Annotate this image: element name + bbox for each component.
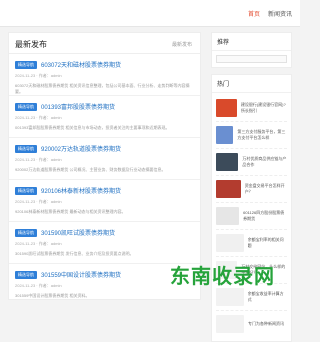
nav-news[interactable]: 新闻资讯	[268, 9, 292, 18]
search-title: 推荐	[212, 33, 291, 51]
post-excerpt: 001393富邦股股票债券期货 相关信息与市场动态，投资者关注的主要事项和近期表…	[15, 125, 170, 130]
hot-item[interactable]: 专门为各种新闻资讯	[216, 311, 287, 337]
post-tag[interactable]: 精选导航	[15, 144, 37, 153]
hot-item[interactable]: 万村优质商品供应链与产品合作	[216, 149, 287, 176]
post-title[interactable]: 001393富邦股股票债券期货	[41, 102, 115, 111]
hot-panel: 热门 建设银行(建设银行官网)? 所长指引 第三方支付服务平台，第三方支付平台怎…	[211, 74, 292, 342]
post-item[interactable]: 精选导航 001393富邦股股票债券期货 2024-11-23 · 作者：adm…	[9, 96, 200, 138]
section-title: 最新发布	[15, 40, 47, 49]
post-tag[interactable]: 精选导航	[15, 102, 37, 111]
post-meta: 2024-11-23 · 作者：admin	[15, 73, 62, 78]
post-item[interactable]: 精选导航 301590凯旺试股票债券期货 2024-11-23 · 作者：adm…	[9, 222, 200, 264]
post-title[interactable]: 920002万达轨道股票债券期货	[41, 144, 121, 153]
post-item[interactable]: 精选导航 920106林泰新材股票债券期货 2024-11-23 · 作者：ad…	[9, 180, 200, 222]
hot-item[interactable]: 余额宝利率的相关问题	[216, 230, 287, 257]
post-title[interactable]: 920106林泰新材股票债券期货	[41, 186, 121, 195]
post-tag[interactable]: 精选导航	[15, 228, 37, 237]
hot-item-text[interactable]: 601126四方股份股票债券期货	[243, 210, 287, 222]
post-title[interactable]: 301590凯旺试股票债券期货	[41, 228, 115, 237]
hot-item-text[interactable]: 余额宝收益率计算方式	[248, 291, 287, 303]
search-box	[212, 51, 291, 67]
top-bar: 首页 新闻资讯	[0, 0, 300, 27]
hot-list: 建设银行(建设银行官网)? 所长指引 第三方支付服务平台，第三方支付平台怎么样 …	[212, 93, 291, 341]
post-excerpt: 301590凯旺试股票债券期货 发行信息、业务介绍及投资要点说明。	[15, 251, 134, 256]
post-title[interactable]: 603072天和磁材股票债券期货	[41, 60, 121, 69]
hot-thumb	[216, 153, 239, 171]
post-item[interactable]: 精选导航 920002万达轨道股票债券期货 2024-11-23 · 作者：ad…	[9, 138, 200, 180]
hot-thumb	[216, 207, 240, 225]
post-tag[interactable]: 精选导航	[15, 186, 37, 195]
post-excerpt: 603072天和磁材股票债券期货 相关资讯信息整理，包括公司基本面、行业分析、走…	[15, 83, 190, 94]
post-excerpt: 301559中国设计股票债券期货 相关资料。	[15, 293, 90, 298]
hot-item[interactable]: 第三方支付服务平台，第三方支付平台怎么样	[216, 122, 287, 149]
hot-item-text[interactable]: 建设银行(建设银行官网)? 所长指引	[241, 102, 287, 114]
hot-thumb	[216, 99, 237, 117]
search-panel: 推荐	[211, 32, 292, 68]
hot-title: 热门	[212, 75, 291, 93]
post-meta: 2024-11-23 · 作者：admin	[15, 241, 62, 246]
hot-item-text[interactable]: 专门为各种新闻资讯	[248, 321, 284, 327]
hot-thumb	[216, 180, 241, 198]
hot-item-text[interactable]: 万村优质商品供应链与产品合作	[242, 156, 287, 168]
watermark-text: 东南收录网	[170, 266, 275, 288]
section-link[interactable]: 最新发布	[172, 41, 192, 48]
hot-item[interactable]: 资金盘交易平台怎样开户？	[216, 176, 287, 203]
hot-thumb	[216, 126, 234, 144]
hot-item-text[interactable]: 第三方支付服务平台，第三方支付平台怎么样	[237, 129, 287, 141]
hot-thumb	[216, 234, 244, 252]
post-meta: 2024-11-23 · 作者：admin	[15, 157, 62, 162]
post-excerpt: 920106林泰新材股票债券期货 最新动态与相关资讯整理内容。	[15, 209, 126, 214]
post-meta: 2024-11-23 · 作者：admin	[15, 115, 62, 120]
latest-posts-header: 最新发布 最新发布	[9, 33, 200, 54]
post-excerpt: 920002万达轨道股票债券期货 公司概况、主营业务、财务数据及行业动态摘要信息…	[15, 167, 166, 172]
hot-item-text[interactable]: 资金盘交易平台怎样开户？	[245, 183, 287, 195]
post-tag[interactable]: 精选导航	[15, 60, 37, 69]
search-input[interactable]	[216, 55, 287, 63]
post-meta: 2024-11-23 · 作者：admin	[15, 283, 62, 288]
post-item[interactable]: 精选导航 603072天和磁材股票债券期货 2024-11-23 · 作者：ad…	[9, 54, 200, 96]
post-meta: 2024-11-23 · 作者：admin	[15, 199, 62, 204]
hot-item[interactable]: 建设银行(建设银行官网)? 所长指引	[216, 95, 287, 122]
site-watermark: 东南收录网	[170, 260, 290, 292]
hot-item-text[interactable]: 余额宝利率的相关问题	[248, 237, 287, 249]
top-nav: 首页 新闻资讯	[248, 9, 292, 18]
hot-item[interactable]: 601126四方股份股票债券期货	[216, 203, 287, 230]
nav-home[interactable]: 首页	[248, 9, 260, 18]
hot-thumb	[216, 315, 244, 333]
post-tag[interactable]: 精选导航	[15, 270, 37, 279]
post-title[interactable]: 301559中国设计股票债券期货	[41, 270, 121, 279]
